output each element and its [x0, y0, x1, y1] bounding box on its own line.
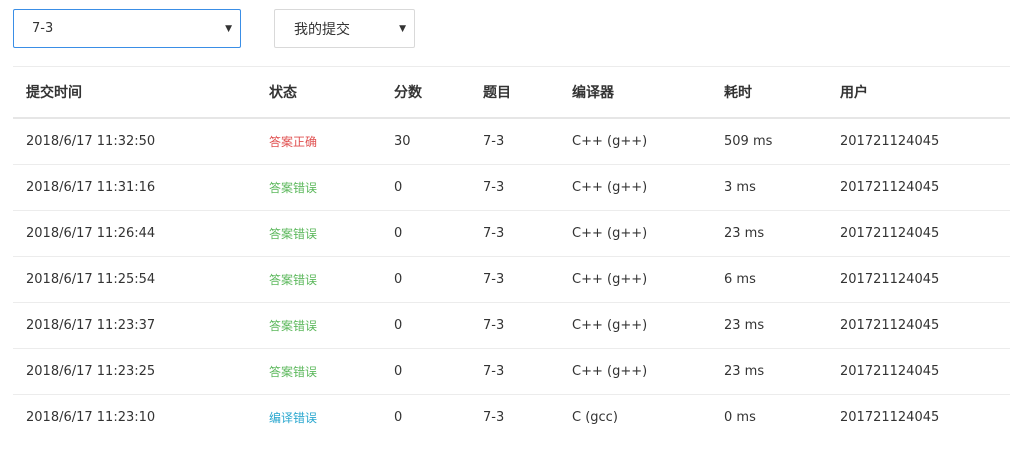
status-label[interactable]: 答案错误 [269, 210, 394, 257]
compiler: C++ (g++) [572, 348, 724, 395]
problem-link[interactable]: 7-3 [483, 348, 572, 395]
duration: 23 ms [724, 302, 840, 349]
table-row: 2018/6/17 11:26:44 答案错误 0 7-3 C++ (g++) … [13, 210, 1010, 257]
submit-time: 2018/6/17 11:31:16 [13, 164, 269, 211]
duration: 0 ms [724, 410, 756, 425]
user-link[interactable]: 201721124045 [840, 210, 1010, 257]
score-link[interactable]: 0 [394, 164, 483, 211]
problem-link[interactable]: 7-3 [483, 395, 572, 441]
table-row: 2018/6/17 11:23:25 答案错误 0 7-3 C++ (g++) … [13, 348, 1010, 395]
score-link[interactable]: 0 [394, 256, 483, 303]
status-label[interactable]: 答案正确 [269, 118, 394, 165]
header-duration: 耗时 [724, 66, 840, 119]
score-link[interactable]: 0 [394, 395, 483, 441]
status-label[interactable]: 答案错误 [269, 164, 394, 211]
submit-time: 2018/6/17 11:26:44 [13, 210, 269, 257]
header-status: 状态 [269, 66, 394, 119]
user-link[interactable]: 201721124045 [840, 395, 1010, 441]
table-row: 2018/6/17 11:23:37 答案错误 0 7-3 C++ (g++) … [13, 302, 1010, 349]
user-link[interactable]: 201721124045 [840, 256, 1010, 303]
compiler: C++ (g++) [572, 302, 724, 349]
user-link[interactable]: 201721124045 [840, 348, 1010, 395]
problem-link[interactable]: 7-3 [483, 210, 572, 257]
duration: 23 ms [724, 210, 840, 257]
problem-link[interactable]: 7-3 [483, 302, 572, 349]
table-row: 2018/6/17 11:23:10 编译错误 0 7-3 C (gcc) 0 … [13, 395, 1010, 441]
table-row: 2018/6/17 11:25:54 答案错误 0 7-3 C++ (g++) … [13, 256, 1010, 303]
score-link[interactable]: 0 [394, 210, 483, 257]
duration: 3 ms [724, 164, 840, 211]
header-score: 分数 [394, 66, 483, 119]
user-link[interactable]: 201721124045 [840, 164, 1010, 211]
problem-link[interactable]: 7-3 [483, 256, 572, 303]
submit-time: 2018/6/17 11:25:54 [13, 256, 269, 303]
compiler: C++ (g++) [572, 118, 724, 165]
compiler: C++ (g++) [572, 164, 724, 211]
user-link[interactable]: 201721124045 [840, 118, 1010, 165]
submit-time: 2018/6/17 11:32:50 [13, 118, 269, 165]
header-submit-time: 提交时间 [13, 66, 269, 119]
compiler: C++ (g++) [572, 256, 724, 303]
submissions-table: 提交时间 状态 分数 题目 编译器 耗时 用户 2018/6/17 11:32:… [13, 66, 1010, 440]
status-label[interactable]: 编译错误 [269, 395, 394, 441]
problem-select[interactable]: 7-3 ▼ [13, 9, 241, 48]
scope-select-value: 我的提交 [294, 21, 350, 38]
duration: 509 ms [724, 118, 840, 165]
user-link[interactable]: 201721124045 [840, 302, 1010, 349]
header-user: 用户 [840, 66, 1010, 119]
submissions-page: 7-3 ▼ 我的提交 ▼ 提交时间 状态 分数 题目 编译器 耗时 用户 201… [0, 0, 1010, 460]
problem-link[interactable]: 7-3 [483, 118, 572, 165]
submit-time: 2018/6/17 11:23:37 [13, 302, 269, 349]
score-link[interactable]: 0 [394, 348, 483, 395]
score-link[interactable]: 30 [394, 118, 483, 165]
header-compiler: 编译器 [572, 66, 724, 119]
duration: 6 ms [724, 256, 840, 303]
problem-select-value: 7-3 [32, 21, 54, 36]
caret-down-icon: ▼ [225, 23, 232, 34]
status-label[interactable]: 答案错误 [269, 256, 394, 303]
submit-time: 2018/6/17 11:23:25 [13, 348, 269, 395]
compiler: C++ (g++) [572, 210, 724, 257]
problem-link[interactable]: 7-3 [483, 164, 572, 211]
status-label[interactable]: 答案错误 [269, 302, 394, 349]
header-problem: 题目 [483, 66, 572, 119]
status-label[interactable]: 答案错误 [269, 348, 394, 395]
score-link[interactable]: 0 [394, 302, 483, 349]
submit-time: 2018/6/17 11:23:10 [26, 410, 156, 425]
submission-scope-select[interactable]: 我的提交 ▼ [274, 9, 415, 48]
table-header-row: 提交时间 状态 分数 题目 编译器 耗时 用户 [13, 66, 1010, 119]
table-row: 2018/6/17 11:32:50 答案正确 30 7-3 C++ (g++)… [13, 118, 1010, 165]
compiler: C (gcc) [572, 410, 618, 425]
duration: 23 ms [724, 348, 840, 395]
table-row: 2018/6/17 11:31:16 答案错误 0 7-3 C++ (g++) … [13, 164, 1010, 211]
caret-down-icon: ▼ [399, 23, 406, 34]
